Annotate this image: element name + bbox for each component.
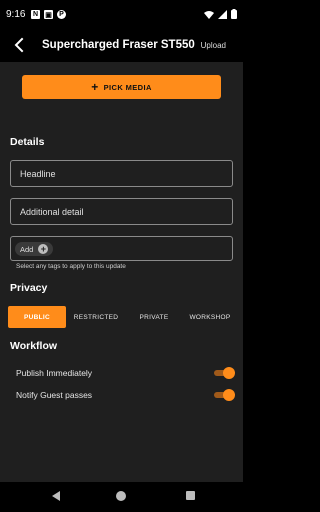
wifi-icon xyxy=(204,10,214,19)
privacy-segmented-control: PUBLIC RESTRICTED PRIVATE WORKSHOP xyxy=(8,306,238,328)
notify-guest-passes-label: Notify Guest passes xyxy=(16,390,93,400)
nav-recents-icon[interactable] xyxy=(186,491,195,500)
update-form: + PICK MEDIA Details Headline Additional… xyxy=(0,62,243,482)
workflow-row-notify: Notify Guest passes xyxy=(16,388,235,402)
back-arrow-icon[interactable] xyxy=(12,37,28,53)
additional-detail-input[interactable]: Additional detail xyxy=(10,198,233,225)
headline-input[interactable]: Headline xyxy=(10,160,233,187)
app-bar: Supercharged Fraser ST550 Upload xyxy=(0,30,243,62)
add-tag-label: Add xyxy=(20,244,34,254)
status-time: 9:16 xyxy=(6,9,26,20)
notification-n-icon: N xyxy=(31,10,40,19)
pick-media-label: PICK MEDIA xyxy=(103,82,152,92)
privacy-option-workshop[interactable]: WORKSHOP xyxy=(182,306,238,328)
tags-field[interactable]: Add + xyxy=(10,236,233,261)
toggle-thumb xyxy=(223,389,235,401)
notification-box-icon: ▣ xyxy=(44,10,53,19)
toggle-thumb xyxy=(223,367,235,379)
system-icons xyxy=(204,9,237,19)
privacy-option-private[interactable]: PRIVATE xyxy=(126,306,182,328)
details-title: Details xyxy=(10,136,45,148)
pick-media-button[interactable]: + PICK MEDIA xyxy=(22,75,221,99)
battery-icon xyxy=(231,9,237,19)
privacy-option-restricted[interactable]: RESTRICTED xyxy=(66,306,126,328)
tags-helper-text: Select any tags to apply to this update xyxy=(16,263,126,270)
status-bar: 9:16 N ▣ P xyxy=(0,0,243,30)
publish-immediately-label: Publish Immediately xyxy=(16,368,93,378)
plus-icon: + xyxy=(91,80,99,94)
workflow-row-publish: Publish Immediately xyxy=(16,366,235,380)
privacy-title: Privacy xyxy=(10,282,48,294)
headline-placeholder: Headline xyxy=(20,168,56,179)
notification-p-icon: P xyxy=(57,10,66,19)
publish-immediately-toggle[interactable] xyxy=(214,366,235,380)
signal-icon xyxy=(218,9,227,19)
nav-back-icon[interactable] xyxy=(52,491,60,501)
privacy-option-public[interactable]: PUBLIC xyxy=(8,306,66,328)
nav-home-icon[interactable] xyxy=(116,491,126,501)
notification-icons: N ▣ P xyxy=(31,10,66,19)
upload-button[interactable]: Upload xyxy=(201,41,226,50)
add-circle-icon: + xyxy=(38,244,49,254)
additional-detail-placeholder: Additional detail xyxy=(20,206,84,217)
notify-guest-passes-toggle[interactable] xyxy=(214,388,235,402)
system-navigation-bar xyxy=(0,482,243,512)
page-title: Supercharged Fraser ST550 xyxy=(42,39,195,51)
add-tag-chip[interactable]: Add + xyxy=(15,242,53,256)
workflow-title: Workflow xyxy=(10,340,58,352)
